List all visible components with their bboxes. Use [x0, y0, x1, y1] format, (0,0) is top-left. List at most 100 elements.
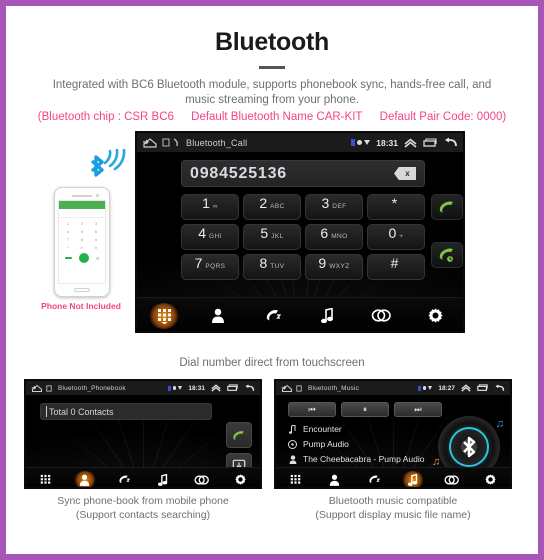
- nav-keypad[interactable]: [285, 471, 307, 488]
- nav-call-history[interactable]: [113, 471, 135, 488]
- status-indicators: [167, 385, 183, 391]
- phone-speaker: [72, 194, 99, 197]
- key-0[interactable]: 0 +: [367, 224, 425, 250]
- smartphone-body: 123 456 789 * 0 # ☰: [54, 187, 110, 297]
- head-unit-phonebook-screen: Bluetooth_Phonebook 18:31 Total 0 Contac…: [24, 379, 262, 489]
- phonebook-caption-line-1: Sync phone-book from mobile phone: [57, 495, 229, 507]
- head-unit-call-screen: Bluetooth_Call 18:31 0984525136 x 1 ∞ 2 …: [135, 131, 465, 333]
- nav-contacts[interactable]: [324, 471, 346, 488]
- keypad-icon: [157, 308, 171, 324]
- page-root: Bluetooth Integrated with BC6 Bluetooth …: [6, 6, 538, 554]
- back-arrow-icon[interactable]: [494, 383, 505, 393]
- main-illustration: 123 456 789 * 0 # ☰ Phone Not Included B…: [6, 131, 538, 353]
- call-log-icon: [266, 310, 281, 321]
- phone-number-field: [59, 209, 105, 218]
- title-divider: [259, 66, 285, 69]
- nav-music[interactable]: [401, 470, 424, 487]
- key-9[interactable]: 9 WXYZ: [305, 254, 363, 280]
- nav-settings[interactable]: [480, 471, 502, 488]
- key-6[interactable]: 6 MNO: [305, 224, 363, 250]
- previous-button[interactable]: ⏮: [288, 402, 336, 417]
- next-button[interactable]: ⏭: [394, 402, 442, 417]
- back-arrow-icon[interactable]: [244, 383, 255, 393]
- call-action-buttons: [431, 194, 463, 272]
- nav-contacts[interactable]: [203, 303, 233, 329]
- music-note-icon: [320, 308, 333, 323]
- phone-mockup: 123 456 789 * 0 # ☰ Phone Not Included: [30, 147, 130, 339]
- key-3[interactable]: 3 DEF: [305, 194, 363, 220]
- bluetooth-signal-group: [86, 147, 126, 188]
- pause-button[interactable]: ⏸: [341, 402, 389, 417]
- phone-right-key: ☰: [95, 255, 100, 261]
- nav-call-history[interactable]: [258, 303, 288, 329]
- spec-paircode: Default Pair Code: 0000): [379, 111, 507, 123]
- music-note-icon: [407, 473, 417, 486]
- page-title: Bluetooth: [215, 28, 329, 56]
- nav-music[interactable]: [312, 303, 342, 329]
- call-history-button[interactable]: [431, 242, 463, 268]
- nav-keypad[interactable]: [149, 302, 180, 329]
- nav-link[interactable]: [191, 471, 213, 488]
- key-4[interactable]: 4 GHI: [181, 224, 239, 250]
- person-icon: [288, 454, 297, 464]
- bluetooth-ring: [449, 427, 489, 467]
- call-log-icon: [118, 475, 130, 484]
- call-button[interactable]: [431, 194, 463, 220]
- key-7[interactable]: 7 PQRS: [181, 254, 239, 280]
- sim-icon: [46, 384, 52, 392]
- key-hash[interactable]: #: [367, 254, 425, 280]
- call-small-icon: [173, 138, 178, 147]
- window-icon[interactable]: [477, 384, 488, 392]
- call-screen-body: 0984525136 x 1 ∞ 2 ABC 3 DEF * 4 GHI 5 JKL 6M…: [137, 153, 463, 331]
- subtitle-line-2: music streaming from your phone.: [185, 94, 359, 106]
- chevron-up-icon[interactable]: [461, 384, 471, 392]
- home-icon: [281, 384, 293, 392]
- sim-icon: [296, 384, 302, 392]
- window-icon[interactable]: [423, 137, 437, 148]
- nav-link[interactable]: [366, 303, 396, 329]
- key-5[interactable]: 5 JKL: [243, 224, 301, 250]
- phone-screen: 123 456 789 * 0 # ☰: [58, 200, 106, 284]
- sim-icon: [162, 138, 170, 147]
- backspace-icon[interactable]: x: [394, 167, 416, 180]
- nav-contacts[interactable]: [73, 470, 96, 487]
- music-caption-line-2: (Support display music file name): [315, 509, 471, 521]
- contacts-search-input[interactable]: Total 0 Contacts: [40, 403, 212, 420]
- subtitle-line-1: Integrated with BC6 Bluetooth module, su…: [52, 79, 492, 91]
- nav-settings[interactable]: [421, 303, 451, 329]
- artist-name: The Cheebacabra - Pump Audio: [303, 454, 425, 464]
- spec-line: (Bluetooth chip : CSR BC6 Default Blueto…: [6, 111, 538, 123]
- link-icon: [194, 474, 209, 485]
- home-icon: [31, 384, 43, 392]
- key-8[interactable]: 8 TUV: [243, 254, 301, 280]
- nav-link[interactable]: [441, 471, 463, 488]
- screen-title: Bluetooth_Call: [186, 137, 248, 148]
- spec-chip: (Bluetooth chip : CSR BC6: [37, 111, 174, 123]
- bottom-nav: [137, 297, 463, 331]
- status-indicators: [417, 385, 433, 391]
- key-1[interactable]: 1 ∞: [181, 194, 239, 220]
- music-panel: Bluetooth_Music 18:27 ⏮ ⏸ ⏭ Encounter Pu…: [274, 379, 512, 522]
- nav-keypad[interactable]: [35, 471, 57, 488]
- window-icon[interactable]: [227, 384, 238, 392]
- nav-settings[interactable]: [230, 471, 252, 488]
- nav-music[interactable]: [152, 471, 174, 488]
- music-caption: Bluetooth music compatible (Support disp…: [274, 494, 512, 522]
- gear-icon: [485, 474, 496, 485]
- transport-controls: ⏮ ⏸ ⏭: [288, 402, 442, 417]
- call-button[interactable]: [226, 422, 252, 448]
- chevron-up-icon[interactable]: [211, 384, 221, 392]
- person-icon: [79, 474, 90, 486]
- nav-call-history[interactable]: [363, 471, 385, 488]
- dialed-number-field[interactable]: 0984525136 x: [181, 160, 425, 187]
- key-star[interactable]: *: [367, 194, 425, 220]
- dialed-number-value: 0984525136: [190, 164, 287, 182]
- key-2[interactable]: 2 ABC: [243, 194, 301, 220]
- back-arrow-icon[interactable]: [443, 137, 458, 149]
- chevron-up-icon[interactable]: [404, 137, 417, 148]
- bottom-panels: Bluetooth_Phonebook 18:31 Total 0 Contac…: [6, 369, 538, 522]
- artist-row: The Cheebacabra - Pump Audio: [288, 454, 424, 464]
- music-note-icon: [157, 473, 167, 486]
- phone-history-icon: [439, 248, 454, 263]
- phone-call-key: [78, 253, 89, 263]
